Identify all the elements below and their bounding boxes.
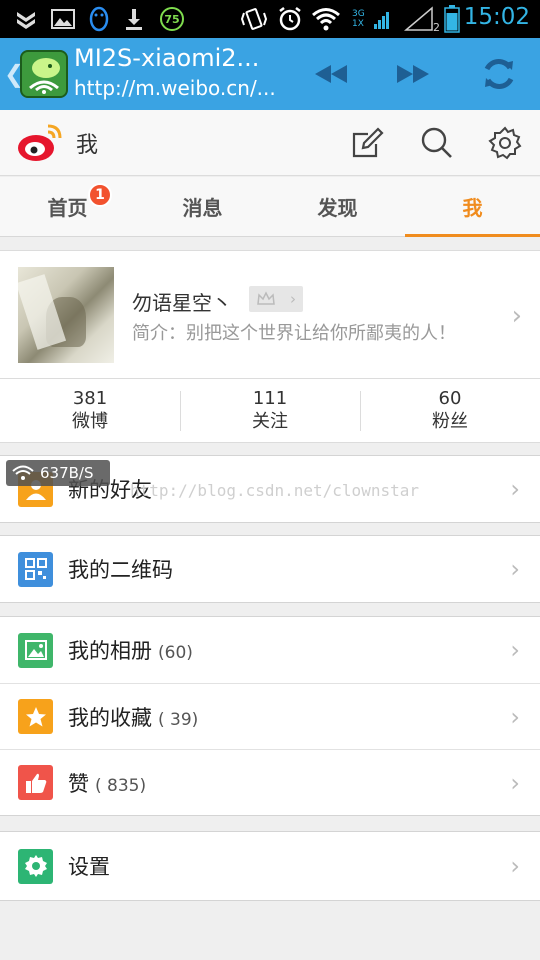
tab-discover-label: 发现 — [317, 196, 358, 220]
menu-album-label: 我的相册 (60) — [68, 635, 193, 665]
menu-group-collections: 我的相册 (60) › 我的收藏 ( 39) › 赞 ( 835) › — [0, 616, 540, 816]
browser-url[interactable]: http://m.weibo.cn/... — [74, 76, 276, 100]
settings-gear-icon[interactable] — [484, 122, 526, 164]
main-tabs: 首页 1 消息 发现 我 — [0, 177, 540, 237]
menu-settings[interactable]: 设置 › — [0, 832, 540, 900]
menu-album[interactable]: 我的相册 (60) › — [0, 617, 540, 683]
star-icon — [18, 699, 53, 734]
gear-icon — [18, 848, 53, 884]
status-time: 15:02 — [463, 4, 530, 30]
browser-page-title: MI2S-xiaomi2... — [74, 44, 260, 72]
chevron-right-icon: › — [510, 475, 520, 503]
tab-home-badge: 1 — [88, 183, 112, 207]
weibo-logo-icon — [16, 120, 64, 164]
tab-messages[interactable]: 消息 — [135, 177, 270, 236]
menu-group-qr: 我的二维码 › — [0, 535, 540, 603]
stat-following-value: 111 — [252, 387, 288, 409]
stat-posts[interactable]: 381 微博 — [0, 379, 180, 442]
menu-likes-text: 赞 — [68, 771, 89, 796]
menu-favorites[interactable]: 我的收藏 ( 39) › — [0, 683, 540, 749]
menu-album-text: 我的相册 — [68, 639, 152, 663]
tab-discover[interactable]: 发现 — [270, 177, 405, 236]
app-header: 我 — [0, 110, 540, 176]
network-speed-overlay: 637B/S — [6, 460, 110, 486]
status-bar: 75 3G 1X 2 15:02 — [0, 0, 540, 38]
menu-qr-code-label: 我的二维码 — [68, 558, 173, 582]
qq-penguin-icon — [86, 6, 112, 32]
profile-bio: 简介：别把这个世界让给你所鄙夷的人！ — [132, 323, 456, 344]
vibrate-icon — [240, 6, 268, 32]
tab-home-label: 首页 — [47, 196, 88, 220]
battery-icon — [442, 5, 462, 33]
chevron-right-icon: › — [510, 852, 520, 880]
menu-likes[interactable]: 赞 ( 835) › — [0, 749, 540, 815]
wifi-icon — [310, 6, 342, 32]
watermark-text: http://blog.csdn.net/clownstar — [130, 481, 419, 500]
menu-likes-label: 赞 ( 835) — [68, 768, 146, 798]
menu-settings-label: 设置 — [68, 855, 110, 879]
profile-name: 勿语星空丶 — [132, 291, 232, 315]
menu-album-count: (60) — [158, 643, 193, 663]
stat-followers[interactable]: 60 粉丝 — [360, 379, 540, 442]
network-type-label: 3G — [352, 9, 365, 19]
profile-card[interactable]: 勿语星空丶 › 简介：别把这个世界让给你所鄙夷的人！ › 381 微博 111 … — [0, 250, 540, 443]
android-wifi-favicon — [20, 50, 68, 98]
thumbs-up-icon — [18, 765, 53, 800]
download-icon — [122, 6, 146, 32]
stat-followers-label: 粉丝 — [432, 410, 468, 432]
profile-stats: 381 微博 111 关注 60 粉丝 — [0, 378, 540, 442]
menu-favorites-count: ( 39) — [158, 709, 199, 730]
stat-following-label: 关注 — [252, 410, 288, 432]
stat-posts-value: 381 — [72, 387, 108, 409]
rewind-icon[interactable] — [306, 52, 356, 96]
vip-crown-badge[interactable]: › — [249, 286, 303, 312]
menu-qr-code[interactable]: 我的二维码 › — [0, 536, 540, 602]
refresh-icon[interactable] — [474, 52, 524, 96]
fast-forward-icon[interactable] — [388, 52, 438, 96]
search-icon[interactable] — [416, 122, 458, 164]
compose-icon[interactable] — [346, 122, 388, 164]
signal-bars-icon — [372, 6, 392, 32]
crown-icon — [257, 291, 275, 305]
vip-chevron-icon: › — [290, 290, 296, 308]
image-icon — [50, 6, 76, 32]
sim-count: 2 — [433, 21, 440, 34]
network-sub-label: 1X — [352, 19, 364, 29]
avatar[interactable] — [18, 267, 114, 363]
tab-me-label: 我 — [462, 196, 483, 220]
chevron-right-icon: › — [510, 768, 520, 797]
browser-toolbar: ❮ MI2S-xiaomi2... http://m.weibo.cn/... — [0, 38, 540, 110]
tab-home[interactable]: 首页 1 — [0, 177, 135, 236]
chevron-right-icon: › — [510, 555, 520, 583]
chevron-right-icon: › — [510, 636, 520, 664]
sim-signal-icon: 2 — [402, 6, 440, 34]
tab-me[interactable]: 我 — [405, 177, 540, 237]
app-shield-icon — [14, 6, 38, 32]
page-title: 我 — [76, 133, 99, 158]
album-icon — [18, 632, 53, 668]
network-speed-text: 637B/S — [40, 464, 94, 482]
alarm-icon — [276, 6, 304, 32]
menu-likes-count: ( 835) — [95, 775, 147, 796]
chevron-right-icon: › — [510, 702, 520, 731]
stat-posts-label: 微博 — [72, 410, 108, 432]
stat-followers-value: 60 — [438, 387, 462, 409]
battery-circle-icon: 75 — [160, 7, 184, 31]
tab-messages-label: 消息 — [182, 196, 223, 220]
menu-favorites-text: 我的收藏 — [68, 705, 152, 730]
qr-code-icon — [18, 551, 53, 587]
wifi-icon — [12, 465, 34, 480]
profile-chevron-icon: › — [511, 301, 522, 331]
menu-group-settings: 设置 › — [0, 831, 540, 901]
menu-favorites-label: 我的收藏 ( 39) — [68, 702, 198, 732]
stat-following[interactable]: 111 关注 — [180, 379, 360, 442]
